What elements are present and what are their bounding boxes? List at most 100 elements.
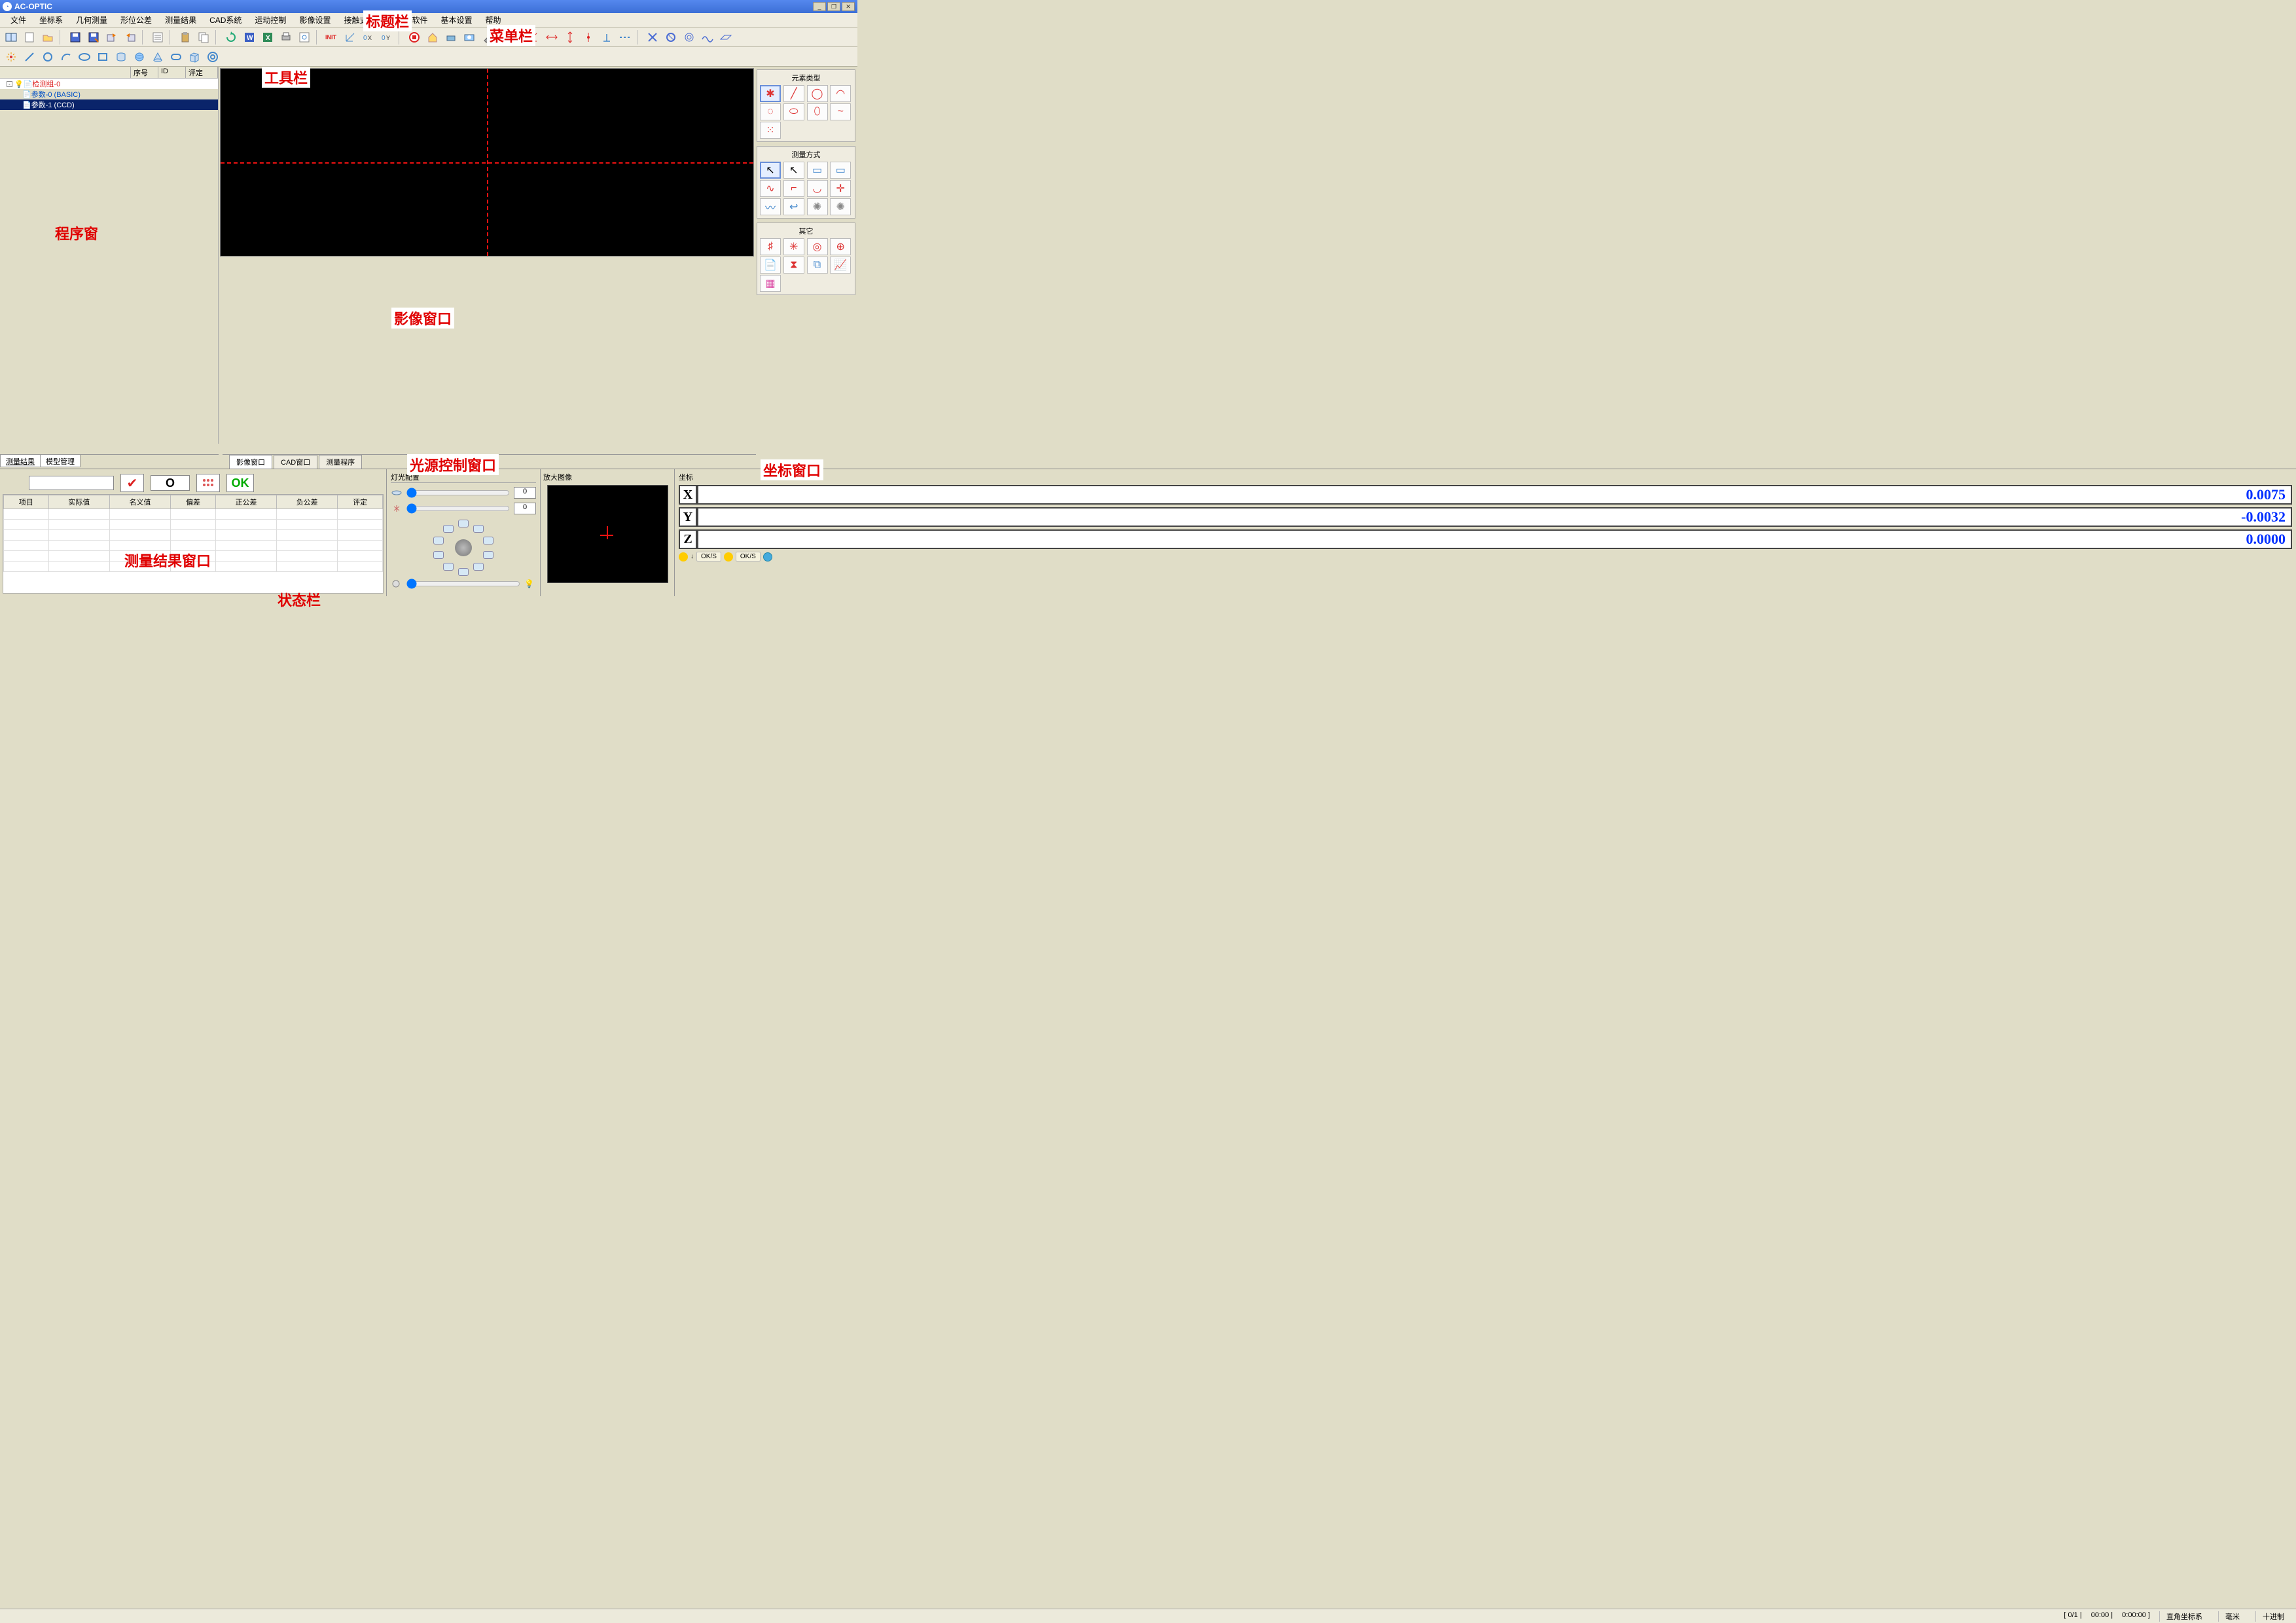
menu-tolerance[interactable]: 形位公差 bbox=[114, 13, 158, 27]
menu-image[interactable]: 影像设置 bbox=[293, 13, 337, 27]
menu-file[interactable]: 文件 bbox=[4, 13, 33, 27]
other-overlap-icon[interactable]: ⧉ bbox=[807, 257, 828, 274]
shape-rect-icon[interactable] bbox=[94, 48, 111, 65]
tool-preview-icon[interactable] bbox=[296, 29, 313, 46]
elem-ring-icon[interactable]: ◌ bbox=[760, 103, 781, 120]
tool-import-icon[interactable] bbox=[122, 29, 139, 46]
tree-collapse-icon[interactable]: - bbox=[7, 81, 12, 87]
other-target-icon[interactable]: ◎ bbox=[807, 238, 828, 255]
close-button[interactable]: ✕ bbox=[842, 2, 855, 11]
shape-point-icon[interactable] bbox=[3, 48, 20, 65]
result-table[interactable]: 项目 实际值 名义值 偏差 正公差 负公差 评定 bbox=[3, 494, 384, 594]
shape-cone-icon[interactable] bbox=[149, 48, 166, 65]
other-chart-icon[interactable]: 📈 bbox=[830, 257, 851, 274]
mode-gear2-icon[interactable]: ✺ bbox=[830, 198, 851, 215]
light-side-slider[interactable] bbox=[406, 503, 510, 514]
elem-dots-icon[interactable]: ⁙ bbox=[760, 122, 781, 139]
tool-print-icon[interactable] bbox=[278, 29, 295, 46]
tool-wave-icon[interactable] bbox=[699, 29, 716, 46]
tool-camera-icon[interactable] bbox=[461, 29, 478, 46]
elem-line-icon[interactable]: ╱ bbox=[783, 85, 804, 102]
other-doc-icon[interactable]: 📄 bbox=[760, 257, 781, 274]
zoom-viewport[interactable] bbox=[547, 485, 668, 583]
ring-seg[interactable] bbox=[483, 551, 493, 559]
tool-dim-v-icon[interactable] bbox=[562, 29, 579, 46]
ring-seg[interactable] bbox=[473, 525, 484, 533]
light-ring-control[interactable] bbox=[427, 518, 499, 577]
tool-new-icon[interactable] bbox=[21, 29, 38, 46]
tool-copy-icon[interactable] bbox=[195, 29, 212, 46]
left-tab-result[interactable]: 测量结果 bbox=[0, 455, 41, 467]
elem-point-icon[interactable]: ✱ bbox=[760, 85, 781, 102]
result-ok-button[interactable]: OK bbox=[226, 474, 254, 492]
elem-circle-icon[interactable]: ◯ bbox=[807, 85, 828, 102]
left-tab-model[interactable]: 模型管理 bbox=[40, 455, 81, 467]
result-check-button[interactable]: ✔ bbox=[120, 474, 144, 492]
tree-child-0[interactable]: 📄 参数-0 (BASIC) bbox=[0, 89, 218, 99]
tool-axis-icon[interactable] bbox=[342, 29, 359, 46]
light-top-slider[interactable] bbox=[406, 488, 510, 498]
tool-export-icon[interactable] bbox=[103, 29, 120, 46]
elem-ellipse-icon[interactable]: ⬭ bbox=[783, 103, 804, 120]
elem-slot-icon[interactable]: ⬯ bbox=[807, 103, 828, 120]
tool-cross-icon[interactable] bbox=[644, 29, 661, 46]
ctab-program[interactable]: 测量程序 bbox=[319, 455, 362, 469]
shape-ellipse-icon[interactable] bbox=[76, 48, 93, 65]
tool-plane-icon[interactable] bbox=[717, 29, 734, 46]
ring-seg[interactable] bbox=[458, 520, 469, 527]
tool-home-icon[interactable] bbox=[424, 29, 441, 46]
mode-arc2-icon[interactable]: ◡ bbox=[807, 180, 828, 197]
ctab-cad[interactable]: CAD窗口 bbox=[274, 455, 317, 469]
light-ring-core[interactable] bbox=[455, 539, 472, 556]
shape-circle-icon[interactable] bbox=[39, 48, 56, 65]
other-star-icon[interactable]: ✳ bbox=[783, 238, 804, 255]
shape-sphere-icon[interactable] bbox=[131, 48, 148, 65]
table-row[interactable] bbox=[4, 509, 383, 520]
shape-slot-icon[interactable] bbox=[168, 48, 185, 65]
elem-arc-icon[interactable]: ◠ bbox=[830, 85, 851, 102]
mode-rect2-icon[interactable]: ▭ bbox=[830, 162, 851, 179]
tree-child-1[interactable]: 📄 参数-1 (CCD) bbox=[0, 99, 218, 110]
tool-concentric-icon[interactable] bbox=[681, 29, 698, 46]
shape-ring-icon[interactable] bbox=[204, 48, 221, 65]
tool-dim-point-icon[interactable] bbox=[580, 29, 597, 46]
tool-list-icon[interactable] bbox=[149, 29, 166, 46]
tool-perp-icon[interactable] bbox=[598, 29, 615, 46]
ring-seg[interactable] bbox=[433, 537, 444, 544]
menu-basic[interactable]: 基本设置 bbox=[434, 13, 478, 27]
tool-word-icon[interactable]: W bbox=[241, 29, 258, 46]
menu-result[interactable]: 测量结果 bbox=[158, 13, 203, 27]
tool-refresh-icon[interactable] bbox=[223, 29, 240, 46]
mode-arrow-curve-icon[interactable]: ↖ bbox=[760, 162, 781, 179]
mode-cross-icon[interactable]: ✛ bbox=[830, 180, 851, 197]
tool-open-book-icon[interactable] bbox=[3, 29, 20, 46]
mode-corner-icon[interactable]: ⌐ bbox=[783, 180, 804, 197]
table-row[interactable] bbox=[4, 530, 383, 541]
mode-pointer-icon[interactable]: ↖ bbox=[783, 162, 804, 179]
ring-seg[interactable] bbox=[433, 551, 444, 559]
tree-root[interactable]: - 💡 📄 检测组-0 bbox=[0, 79, 218, 89]
menu-cad[interactable]: CAD系统 bbox=[203, 13, 248, 27]
result-name-input[interactable] bbox=[29, 476, 114, 490]
result-beads-button[interactable] bbox=[196, 474, 220, 492]
tool-circle-sym-icon[interactable] bbox=[662, 29, 679, 46]
image-viewport[interactable] bbox=[220, 68, 754, 257]
menu-coord[interactable]: 坐标系 bbox=[33, 13, 69, 27]
menu-motion[interactable]: 运动控制 bbox=[248, 13, 293, 27]
tool-excel-icon[interactable]: X bbox=[259, 29, 276, 46]
ie-icon[interactable] bbox=[763, 552, 772, 562]
tool-printer2-icon[interactable] bbox=[442, 29, 459, 46]
mode-gear-icon[interactable]: ✺ bbox=[807, 198, 828, 215]
mode-spline-icon[interactable]: ∿ bbox=[760, 180, 781, 197]
ctab-image[interactable]: 影像窗口 bbox=[229, 455, 272, 469]
other-hourglass-icon[interactable]: ⧗ bbox=[783, 257, 804, 274]
ring-seg[interactable] bbox=[443, 563, 454, 571]
mode-rect-dash-icon[interactable]: ▭ bbox=[807, 162, 828, 179]
ring-seg[interactable] bbox=[483, 537, 493, 544]
tool-dash-icon[interactable] bbox=[617, 29, 634, 46]
maximize-button[interactable]: ❐ bbox=[827, 2, 840, 11]
menu-geometry[interactable]: 几何测量 bbox=[69, 13, 114, 27]
minimize-button[interactable]: _ bbox=[813, 2, 826, 11]
tool-save-icon[interactable] bbox=[67, 29, 84, 46]
shape-line-icon[interactable] bbox=[21, 48, 38, 65]
